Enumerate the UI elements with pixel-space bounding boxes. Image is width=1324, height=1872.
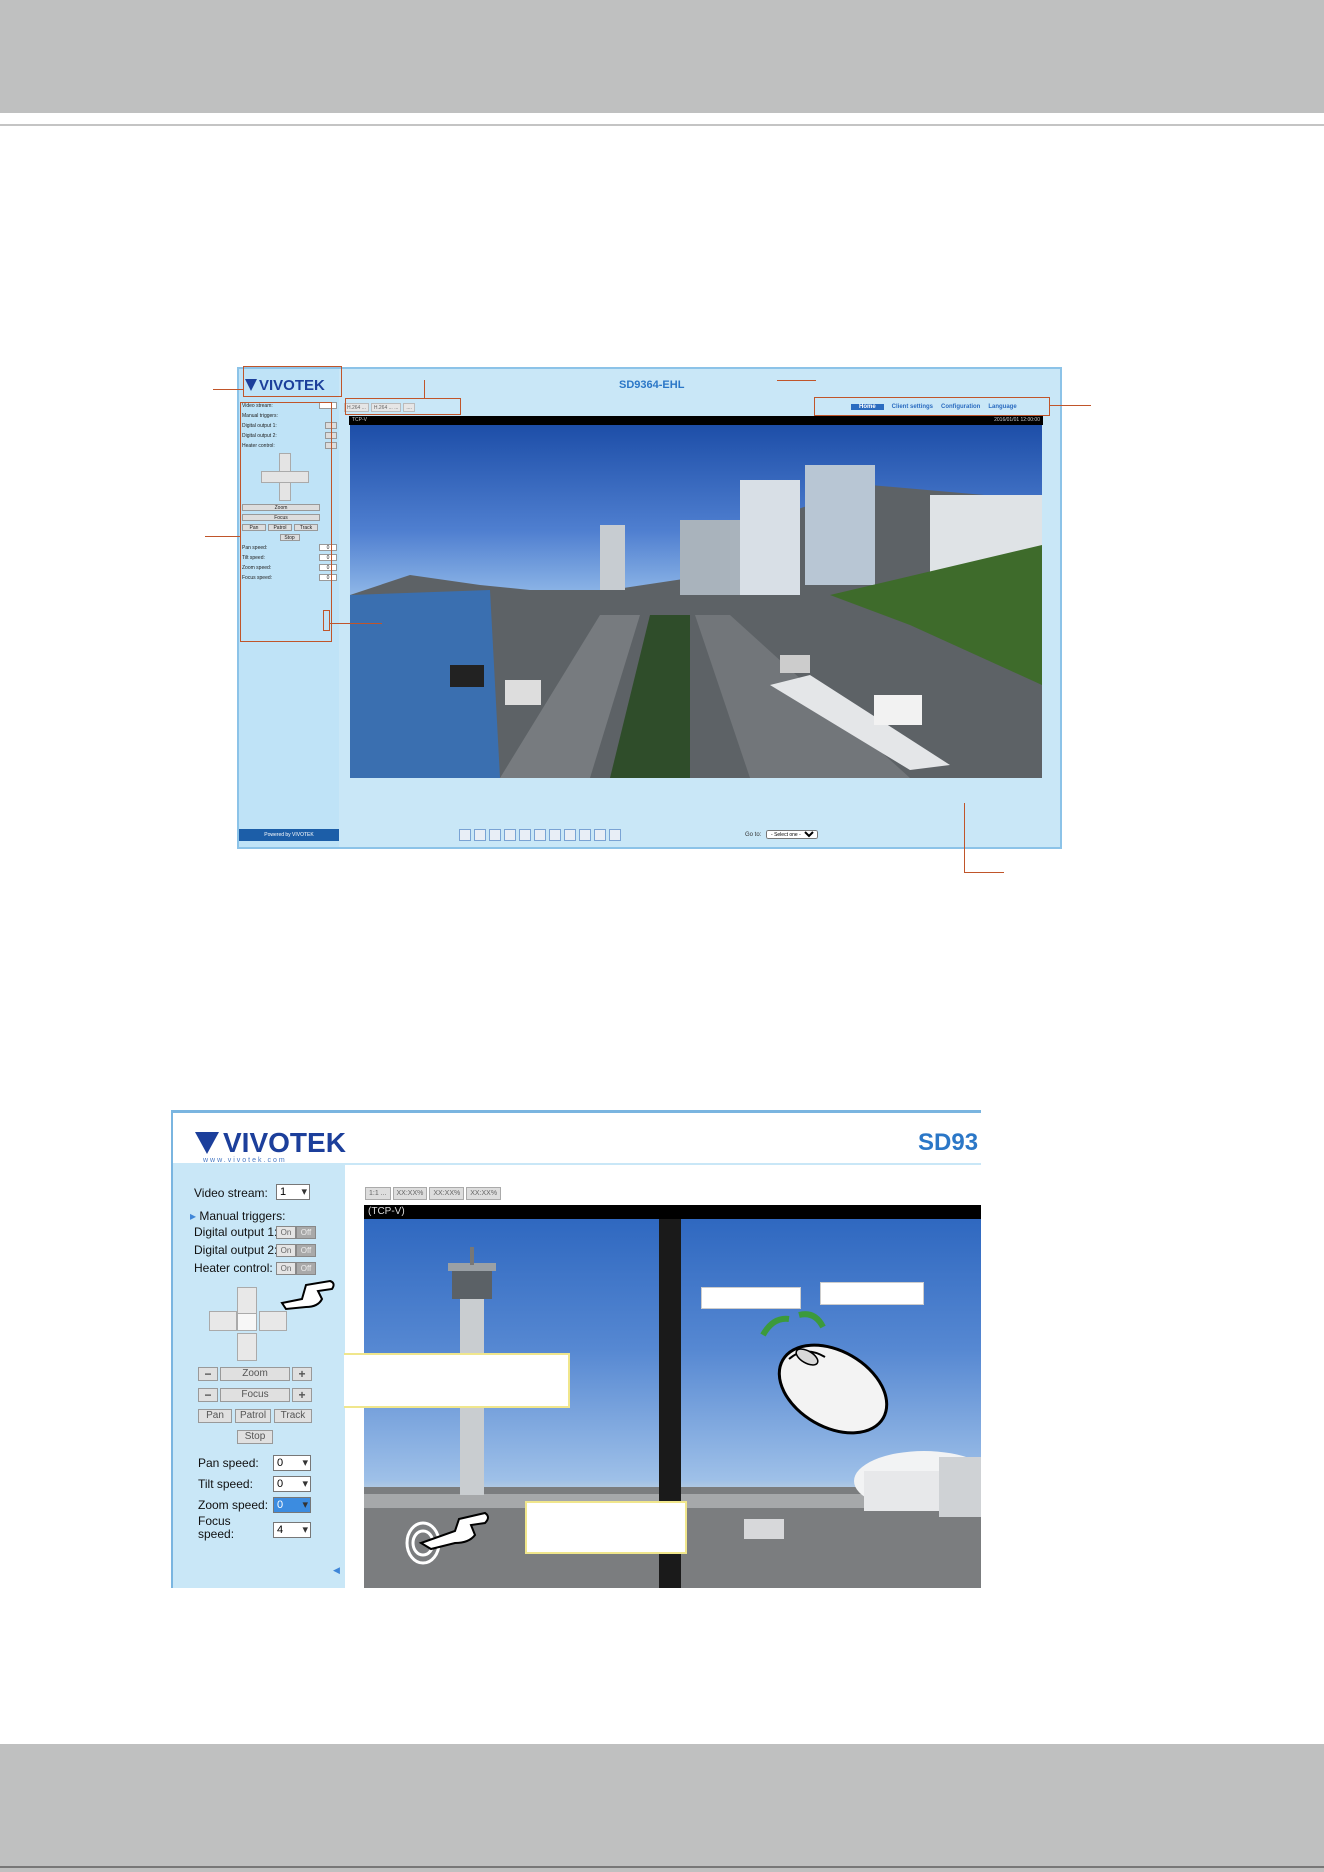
leader-line — [964, 803, 965, 873]
stream-tabs: 1:1 ... XX:XX% XX:XX% XX:XX% — [365, 1187, 502, 1200]
page-header-band — [0, 0, 1324, 113]
heater-control-label: Heater control: — [194, 1261, 273, 1275]
pan-button[interactable]: Pan — [198, 1409, 232, 1423]
patrol-button[interactable]: Patrol — [235, 1409, 271, 1423]
home-button[interactable] — [237, 1313, 257, 1331]
volume-icon[interactable] — [534, 829, 546, 841]
live-video[interactable] — [350, 425, 1042, 778]
timestamp: 2016/01/01 12:00:00 — [994, 417, 1040, 423]
digital-output-1-toggle[interactable]: On Off — [276, 1226, 316, 1239]
snapshot-icon[interactable] — [459, 829, 471, 841]
focus-far-button[interactable]: + — [292, 1388, 312, 1402]
focus-speed-select[interactable]: 4 — [273, 1522, 311, 1538]
pause-icon[interactable] — [489, 829, 501, 841]
video-stream-label: Video stream: — [194, 1186, 268, 1200]
playback-toolbar — [459, 829, 621, 841]
vivotek-logo[interactable]: VIVOTEK — [195, 1127, 346, 1159]
focus-near-button[interactable]: − — [198, 1388, 218, 1402]
annotation-box-tabs — [345, 398, 461, 415]
pan-left-button[interactable] — [209, 1311, 237, 1331]
leader-line — [1049, 405, 1091, 406]
mouse-wheel-icon — [760, 1311, 889, 1435]
expand-arrow-icon: ▸ — [190, 1209, 200, 1223]
tilt-down-button[interactable] — [237, 1333, 257, 1361]
fullscreen-icon[interactable] — [609, 829, 621, 841]
zoom-in-button[interactable]: + — [292, 1367, 312, 1381]
annotation-box-controls — [240, 402, 332, 642]
zoom-speed-select[interactable]: 0 — [273, 1497, 311, 1513]
mute-icon[interactable] — [549, 829, 561, 841]
hand-pointer-icon — [405, 1511, 489, 1565]
callout-box — [525, 1501, 687, 1554]
annotation-box-collapse — [323, 610, 330, 631]
talk-icon[interactable] — [564, 829, 576, 841]
video-status-bar: (TCP-V) — [364, 1205, 981, 1219]
tilt-speed-select[interactable]: 0 — [273, 1476, 311, 1492]
manual-triggers-toggle[interactable]: ▸ Manual triggers: — [190, 1209, 285, 1223]
leader-line — [213, 389, 244, 390]
page-footer-band — [0, 1744, 1324, 1872]
record-icon[interactable] — [519, 829, 531, 841]
leader-line — [424, 380, 425, 399]
annotation-box-logo — [243, 366, 342, 397]
logo-mark-icon — [195, 1132, 219, 1154]
goto-control: Go to: - Select one - — [745, 830, 819, 839]
stream-tab[interactable]: XX:XX% — [429, 1187, 465, 1200]
label-box-blank — [820, 1282, 924, 1305]
header-divider — [0, 124, 1324, 126]
label-box-blank — [701, 1287, 801, 1309]
zoom-out-button[interactable]: − — [198, 1367, 218, 1381]
powered-by-banner: Powered by VIVOTEK — [239, 829, 339, 841]
hand-pointer-icon — [280, 1279, 335, 1311]
stream-tab[interactable]: XX:XX% — [466, 1187, 502, 1200]
video-status-bar: TCP-V 2016/01/01 12:00:00 — [349, 416, 1043, 425]
digital-zoom-icon[interactable] — [474, 829, 486, 841]
protocol-label: TCP-V — [352, 417, 367, 423]
zoom-label: Zoom — [220, 1367, 290, 1381]
digital-output-1-label: Digital output 1: — [194, 1225, 278, 1239]
stream-tab[interactable]: 1:1 ... — [365, 1187, 391, 1200]
stop-button[interactable]: Stop — [237, 1430, 273, 1444]
mic-icon[interactable] — [579, 829, 591, 841]
leader-line — [205, 536, 241, 537]
collapse-arrow-icon[interactable]: ◀ — [333, 1565, 340, 1576]
tilt-up-button[interactable] — [237, 1287, 257, 1315]
goto-select[interactable]: - Select one - — [766, 830, 819, 839]
focus-speed-label: Focus speed: — [198, 1514, 235, 1541]
zoom-speed-label: Zoom speed: — [198, 1498, 269, 1512]
leader-line — [964, 872, 1004, 873]
focus-label: Focus — [220, 1388, 290, 1402]
sidebar: Video stream: 1 ▸ Manual triggers: Digit… — [173, 1165, 343, 1588]
model-title: SD93 — [918, 1129, 979, 1156]
leader-line — [777, 380, 816, 381]
pan-right-button[interactable] — [259, 1311, 287, 1331]
callout-box — [344, 1353, 570, 1408]
footer-divider — [0, 1866, 1324, 1868]
live-view-screenshot: VIVOTEK SD9364-EHL H.264 ... H.264 ... .… — [237, 367, 1062, 849]
track-button[interactable]: Track — [274, 1409, 312, 1423]
annotation-box-nav — [814, 397, 1050, 416]
logo-url: www.vivotek.com — [203, 1157, 287, 1164]
video-stream-select[interactable]: 1 — [276, 1184, 310, 1200]
pan-speed-select[interactable]: 0 — [273, 1455, 311, 1471]
tilt-speed-label: Tilt speed: — [198, 1477, 253, 1491]
stop-icon[interactable] — [504, 829, 516, 841]
model-title: SD9364-EHL — [619, 379, 685, 391]
leader-line — [330, 623, 382, 624]
live-video-scene — [350, 465, 1042, 778]
ptz-control-screenshot: VIVOTEK www.vivotek.com SD93 Video strea… — [171, 1110, 981, 1588]
pan-speed-label: Pan speed: — [198, 1456, 259, 1470]
stream-tab[interactable]: XX:XX% — [392, 1187, 428, 1200]
digital-output-2-label: Digital output 2: — [194, 1243, 278, 1257]
digital-output-2-toggle[interactable]: On Off — [276, 1244, 316, 1257]
emergency-icon[interactable] — [594, 829, 606, 841]
goto-label: Go to: — [745, 832, 762, 838]
